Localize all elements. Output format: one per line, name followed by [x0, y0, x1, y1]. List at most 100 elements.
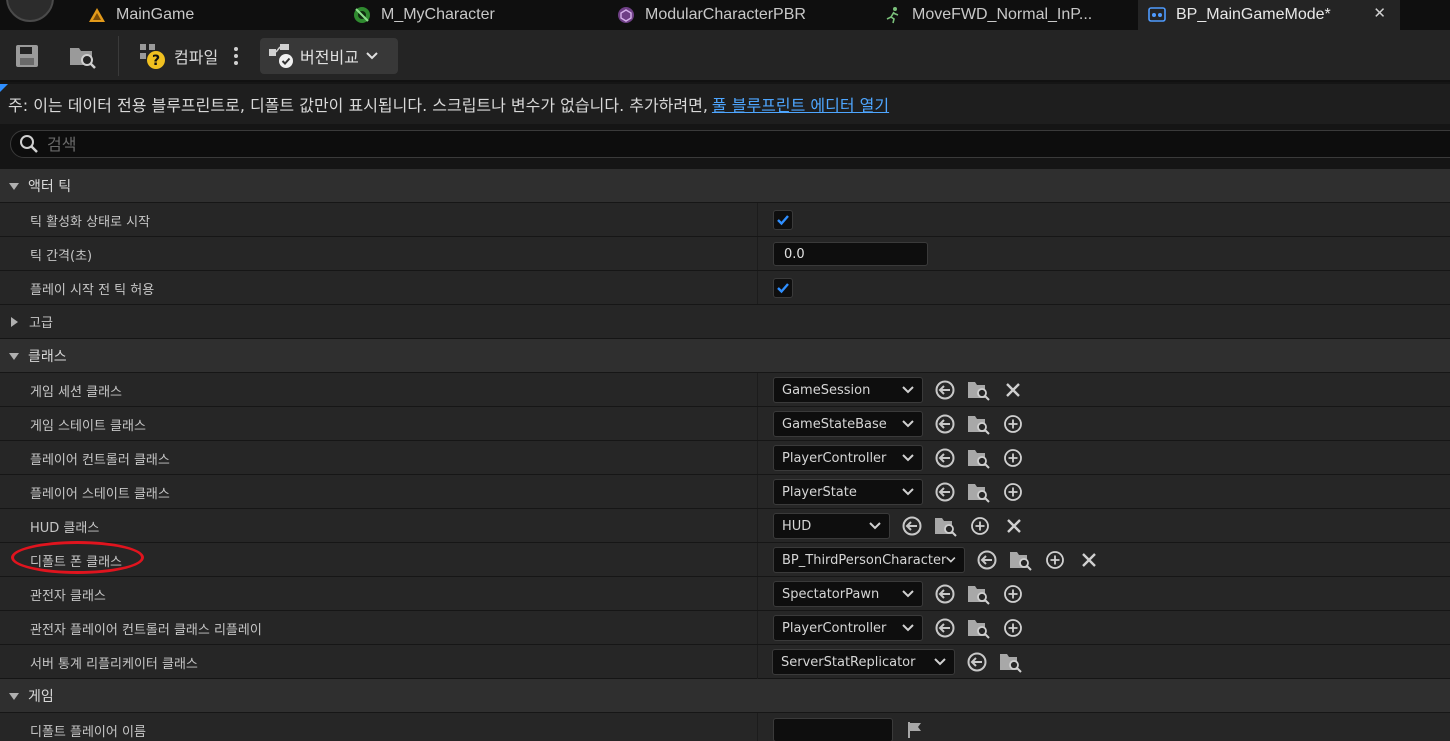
tab-label: M_MyCharacter	[381, 6, 495, 23]
details-panel: 액터 틱 틱 활성화 상태로 시작 틱 간격(초) 0.0 플레이 시작 전 틱…	[0, 168, 1450, 741]
subcategory-label: 고급	[29, 316, 53, 331]
use-selected-button[interactable]	[933, 582, 957, 606]
tab-m-mycharacter[interactable]: M_MyCharacter	[343, 0, 605, 30]
close-icon[interactable]: ✕	[1373, 4, 1386, 22]
property-row-replay-spectator-controller-class: 관전자 플레이어 컨트롤러 클래스 리플레이 PlayerController	[0, 610, 1450, 645]
localization-flag-button[interactable]	[903, 718, 927, 741]
column-splitter[interactable]	[757, 441, 758, 475]
category-game[interactable]: 게임	[0, 678, 1450, 712]
browse-asset-button[interactable]	[967, 480, 991, 504]
tab-movefwd[interactable]: MoveFWD_Normal_InP...	[874, 0, 1136, 30]
browse-folder-icon	[968, 416, 990, 435]
property-row-allow-tick-before-begin-play: 플레이 시작 전 틱 허용	[0, 270, 1450, 305]
browse-asset-button[interactable]	[967, 378, 991, 402]
column-splitter[interactable]	[757, 237, 758, 271]
details-search-box[interactable]	[10, 130, 1450, 158]
save-button[interactable]	[14, 38, 40, 74]
tab-bp-maingamemode[interactable]: BP_MainGameMode* ✕	[1138, 0, 1400, 30]
tab-label: ModularCharacterPBR	[645, 6, 806, 23]
browse-asset-button[interactable]	[934, 514, 958, 538]
start-with-tick-enabled-checkbox[interactable]	[773, 210, 793, 230]
column-splitter[interactable]	[757, 509, 758, 543]
class-picker-combo[interactable]: GameStateBase	[773, 411, 923, 437]
use-selected-button[interactable]	[900, 514, 924, 538]
column-splitter[interactable]	[757, 271, 758, 305]
tick-interval-field[interactable]: 0.0	[773, 242, 928, 266]
browse-folder-icon	[968, 450, 990, 469]
tab-maingame[interactable]: MainGame	[78, 0, 338, 30]
clear-x-icon	[1082, 553, 1096, 567]
add-new-button[interactable]	[1001, 446, 1025, 470]
column-splitter[interactable]	[757, 713, 758, 741]
add-new-button[interactable]	[1001, 616, 1025, 640]
expanded-arrow-icon	[9, 692, 19, 700]
category-label: 액터 틱	[28, 178, 72, 195]
property-row-spectator-class: 관전자 클래스 SpectatorPawn	[0, 576, 1450, 611]
use-selected-arrow-icon	[935, 414, 955, 434]
browse-asset-button[interactable]	[1009, 548, 1033, 572]
use-selected-button[interactable]	[933, 480, 957, 504]
browse-folder-icon	[1000, 654, 1022, 673]
class-picker-combo[interactable]: BP_ThirdPersonCharacter	[773, 547, 965, 573]
allow-tick-before-begin-play-checkbox[interactable]	[773, 278, 793, 298]
use-selected-button[interactable]	[975, 548, 999, 572]
browse-asset-button[interactable]	[967, 412, 991, 436]
browse-asset-button[interactable]	[967, 446, 991, 470]
compile-button[interactable]: ? 컴파일	[138, 38, 218, 74]
browse-asset-button[interactable]	[999, 650, 1023, 674]
use-selected-button[interactable]	[933, 378, 957, 402]
compile-options-button[interactable]	[230, 38, 242, 74]
search-input[interactable]	[47, 134, 947, 154]
property-row-tick-interval: 틱 간격(초) 0.0	[0, 236, 1450, 271]
add-new-button[interactable]	[1001, 412, 1025, 436]
class-picker-combo[interactable]: GameSession	[773, 377, 923, 403]
tab-modularcharacterpbr[interactable]: ModularCharacterPBR	[607, 0, 872, 30]
clear-button[interactable]	[1001, 378, 1025, 402]
collapsed-arrow-icon	[11, 316, 18, 327]
property-label: 플레이어 컨트롤러 클래스	[30, 452, 170, 468]
use-selected-arrow-icon	[902, 516, 922, 536]
use-selected-button[interactable]	[933, 446, 957, 470]
use-selected-button[interactable]	[933, 412, 957, 436]
column-splitter[interactable]	[757, 611, 758, 645]
browse-asset-button[interactable]	[967, 582, 991, 606]
column-splitter[interactable]	[757, 407, 758, 441]
property-label: HUD 클래스	[30, 520, 100, 536]
clear-button[interactable]	[1077, 548, 1101, 572]
class-picker-combo[interactable]: PlayerState	[773, 479, 923, 505]
class-picker-combo[interactable]: HUD	[773, 513, 890, 539]
browse-folder-icon	[968, 620, 990, 639]
column-splitter[interactable]	[757, 203, 758, 237]
column-splitter[interactable]	[757, 577, 758, 611]
class-picker-value: PlayerController	[782, 450, 887, 466]
use-selected-button[interactable]	[965, 650, 989, 674]
column-splitter[interactable]	[757, 645, 758, 679]
browse-asset-button[interactable]	[967, 616, 991, 640]
version-compare-button[interactable]: 버전비교	[260, 38, 398, 74]
class-picker-combo[interactable]: ServerStatReplicator	[772, 649, 955, 675]
subcategory-advanced[interactable]: 고급	[0, 304, 1450, 338]
default-player-name-field[interactable]	[773, 718, 893, 741]
category-actor-tick[interactable]: 액터 틱	[0, 168, 1450, 202]
add-new-button[interactable]	[1043, 548, 1067, 572]
add-new-button[interactable]	[968, 514, 992, 538]
column-splitter[interactable]	[757, 543, 758, 577]
plus-circle-icon	[971, 517, 989, 535]
column-splitter[interactable]	[757, 373, 758, 407]
unreal-logo[interactable]	[6, 0, 54, 22]
class-picker-combo[interactable]: PlayerController	[773, 445, 923, 471]
add-new-button[interactable]	[1001, 480, 1025, 504]
column-splitter[interactable]	[757, 475, 758, 509]
document-tab-bar: MainGame M_MyCharacter ModularCharacterP…	[0, 0, 1450, 30]
category-label: 클래스	[28, 348, 67, 365]
category-classes[interactable]: 클래스	[0, 338, 1450, 372]
clear-button[interactable]	[1002, 514, 1026, 538]
class-picker-combo[interactable]: SpectatorPawn	[773, 581, 923, 607]
open-full-blueprint-editor-link[interactable]: 풀 블루프린트 에디터 열기	[712, 92, 889, 116]
chevron-down-icon	[902, 590, 914, 598]
browse-button[interactable]	[68, 38, 98, 74]
add-new-button[interactable]	[1001, 582, 1025, 606]
class-picker-combo[interactable]: PlayerController	[773, 615, 923, 641]
class-picker-value: ServerStatReplicator	[781, 654, 916, 670]
use-selected-button[interactable]	[933, 616, 957, 640]
